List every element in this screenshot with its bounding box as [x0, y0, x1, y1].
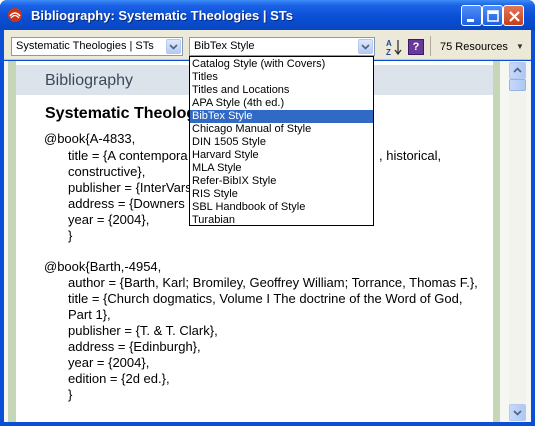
scroll-down-icon: [513, 410, 522, 416]
style-option-refer-bibix[interactable]: Refer-BibIX Style: [190, 175, 373, 188]
entry-line: title = {A contempora: [68, 148, 188, 163]
style-option-mla[interactable]: MLA Style: [190, 162, 373, 175]
help-icon[interactable]: ?: [408, 39, 424, 55]
entry-line: address = {Downers: [68, 196, 185, 211]
entry-line: address = {Edinburgh},: [68, 339, 201, 354]
entry-line: publisher = {InterVars: [68, 180, 192, 195]
window-frame-right: [531, 30, 535, 426]
chevron-down-icon: [361, 44, 370, 50]
app-icon: [8, 8, 22, 22]
right-margin-bar: [493, 61, 500, 422]
resources-menu-caret-icon[interactable]: ▼: [516, 42, 524, 51]
style-option-chicago[interactable]: Chicago Manual of Style: [190, 123, 373, 136]
entry-line: publisher = {T. & T. Clark},: [68, 323, 218, 338]
scroll-down-button[interactable]: [509, 404, 526, 421]
svg-text:A: A: [386, 39, 392, 48]
close-button[interactable]: [503, 5, 524, 26]
entry-line: }: [68, 387, 73, 402]
entry-line: , historical,: [379, 148, 442, 163]
resource-combo-arrow[interactable]: [166, 39, 181, 54]
bibliography-header-label: Bibliography: [45, 72, 134, 89]
resource-collection-value: Systematic Theologies | STs: [16, 40, 154, 52]
style-option-apa[interactable]: APA Style (4th ed.): [190, 97, 373, 110]
citation-style-combo[interactable]: BibTex Style: [189, 37, 375, 56]
style-combo-arrow[interactable]: [358, 39, 373, 54]
left-margin-bar: [8, 61, 16, 422]
style-option-turabian[interactable]: Turabian: [190, 214, 373, 227]
style-option-sbl[interactable]: SBL Handbook of Style: [190, 201, 373, 214]
maximize-button[interactable]: [482, 5, 503, 26]
entry-line: constructive},: [68, 164, 146, 179]
resource-collection-combo[interactable]: Systematic Theologies | STs: [11, 37, 183, 56]
sort-az-icon[interactable]: A Z: [385, 38, 403, 56]
entry-line: @book{A-4833,: [44, 131, 136, 146]
entry-line: author = {Barth, Karl; Bromiley, Geoffre…: [68, 275, 478, 290]
collection-title: Systematic Theolog: [45, 105, 197, 122]
style-option-ris[interactable]: RIS Style: [190, 188, 373, 201]
entry-line: year = {2004},: [68, 212, 150, 227]
entry-line: @book{Barth,-4954,: [44, 259, 162, 274]
entry-line: title = {Church dogmatics, Volume I The …: [68, 291, 463, 306]
scroll-up-icon: [513, 67, 522, 73]
vertical-scrollbar[interactable]: [509, 61, 526, 422]
svg-text:Z: Z: [386, 48, 391, 56]
scroll-thumb[interactable]: [509, 79, 526, 91]
citation-style-value: BibTex Style: [194, 40, 255, 52]
style-option-din-1505[interactable]: DIN 1505 Style: [190, 136, 373, 149]
title-bar[interactable]: Bibliography: Systematic Theologies | ST…: [0, 0, 535, 30]
minimize-icon: [467, 19, 474, 22]
style-option-bibtex[interactable]: BibTex Style: [190, 110, 373, 123]
minimize-button[interactable]: [461, 5, 482, 26]
resources-count[interactable]: 75 Resources: [440, 41, 508, 53]
close-icon: [509, 11, 520, 22]
entry-line: year = {2004},: [68, 355, 150, 370]
citation-style-dropdown-list[interactable]: Catalog Style (with Covers) Titles Title…: [189, 56, 374, 226]
entry-line: edition = {2d ed.},: [68, 371, 170, 386]
style-option-harvard[interactable]: Harvard Style: [190, 149, 373, 162]
chevron-down-icon: [169, 44, 178, 50]
scroll-up-button[interactable]: [509, 62, 526, 79]
toolbar-separator: [430, 36, 431, 56]
style-option-titles[interactable]: Titles: [190, 71, 373, 84]
style-option-titles-locations[interactable]: Titles and Locations: [190, 84, 373, 97]
entry-line: }: [68, 228, 73, 243]
bibliography-window: Bibliography: Systematic Theologies | ST…: [0, 0, 535, 426]
maximize-icon: [487, 10, 499, 22]
style-option-catalog-covers[interactable]: Catalog Style (with Covers): [190, 58, 373, 71]
entry-line: Part 1},: [68, 307, 111, 322]
window-frame-bottom: [4, 422, 531, 426]
window-title: Bibliography: Systematic Theologies | ST…: [31, 8, 294, 23]
